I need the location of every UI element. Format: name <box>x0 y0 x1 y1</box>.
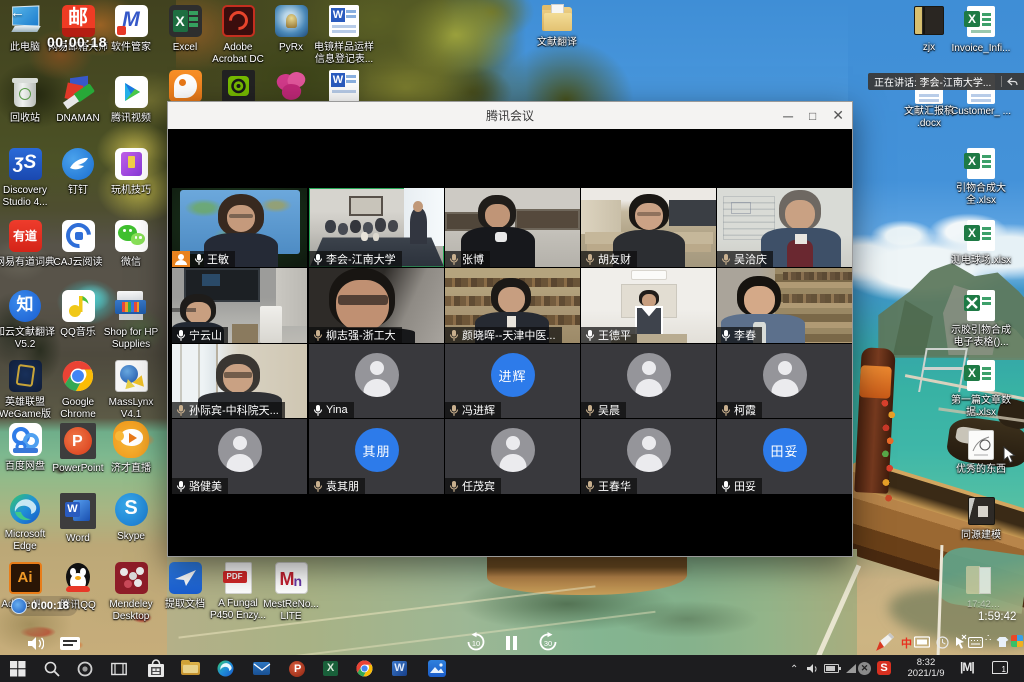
svg-text:10: 10 <box>472 639 480 648</box>
svg-text:30: 30 <box>544 639 552 648</box>
